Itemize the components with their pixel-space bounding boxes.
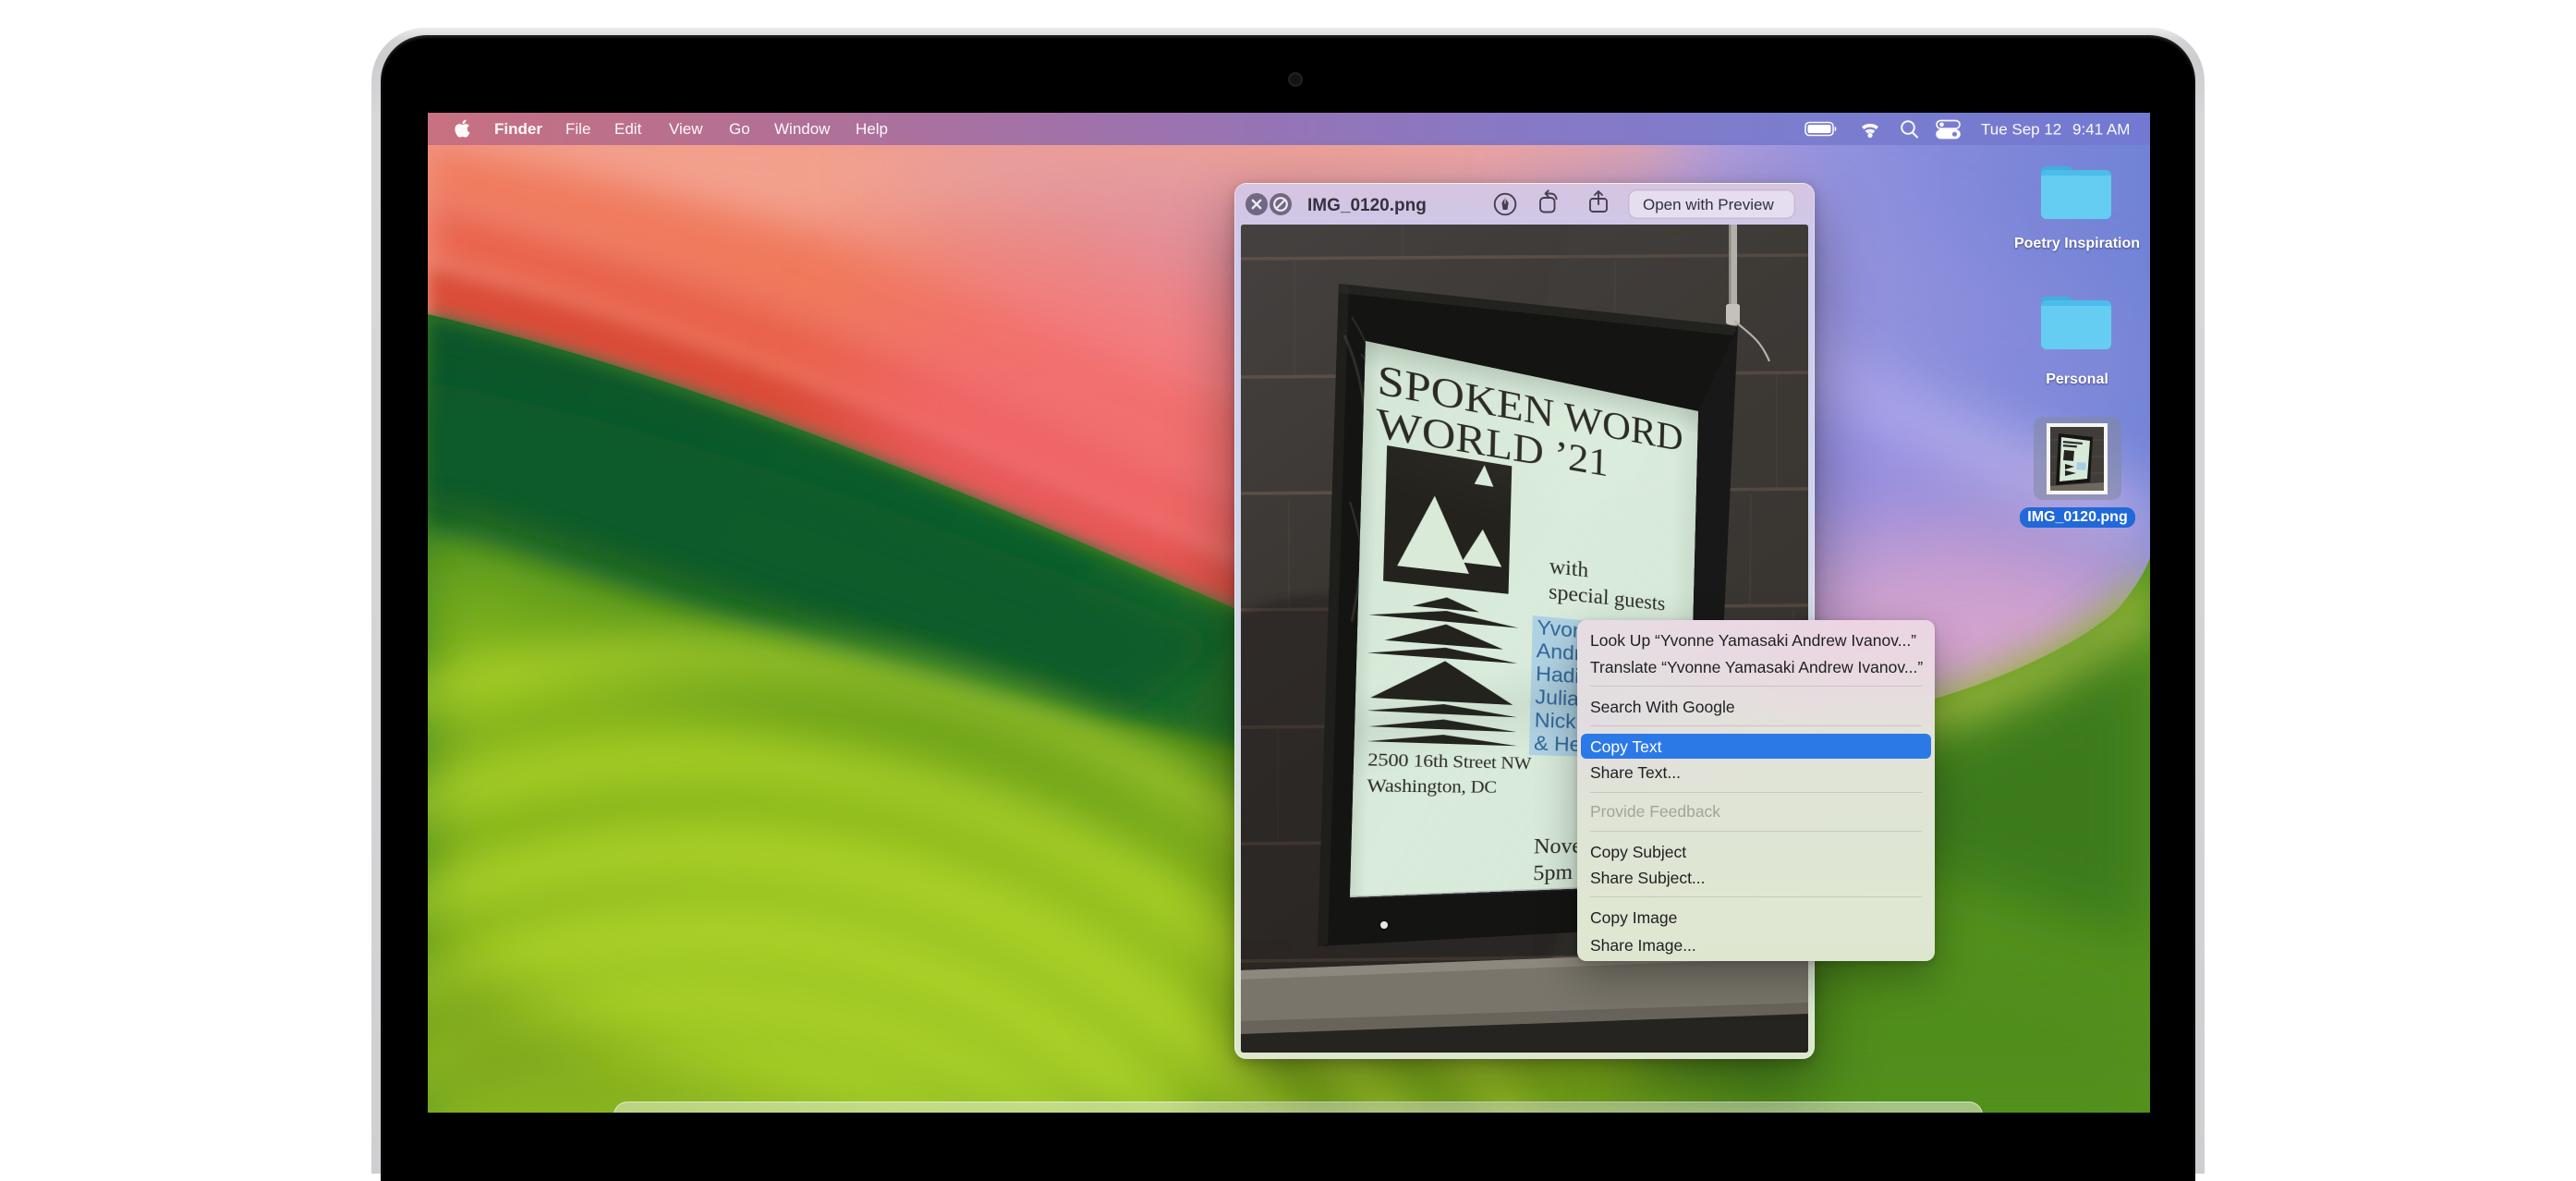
svg-text:Open with Preview: Open with Preview	[1643, 196, 1774, 213]
svg-text:9:41 AM: 9:41 AM	[2072, 121, 2130, 139]
svg-text:Tue Sep 12: Tue Sep 12	[1981, 121, 2061, 139]
svg-text:IMG_0120.png: IMG_0120.png	[1307, 196, 1427, 215]
